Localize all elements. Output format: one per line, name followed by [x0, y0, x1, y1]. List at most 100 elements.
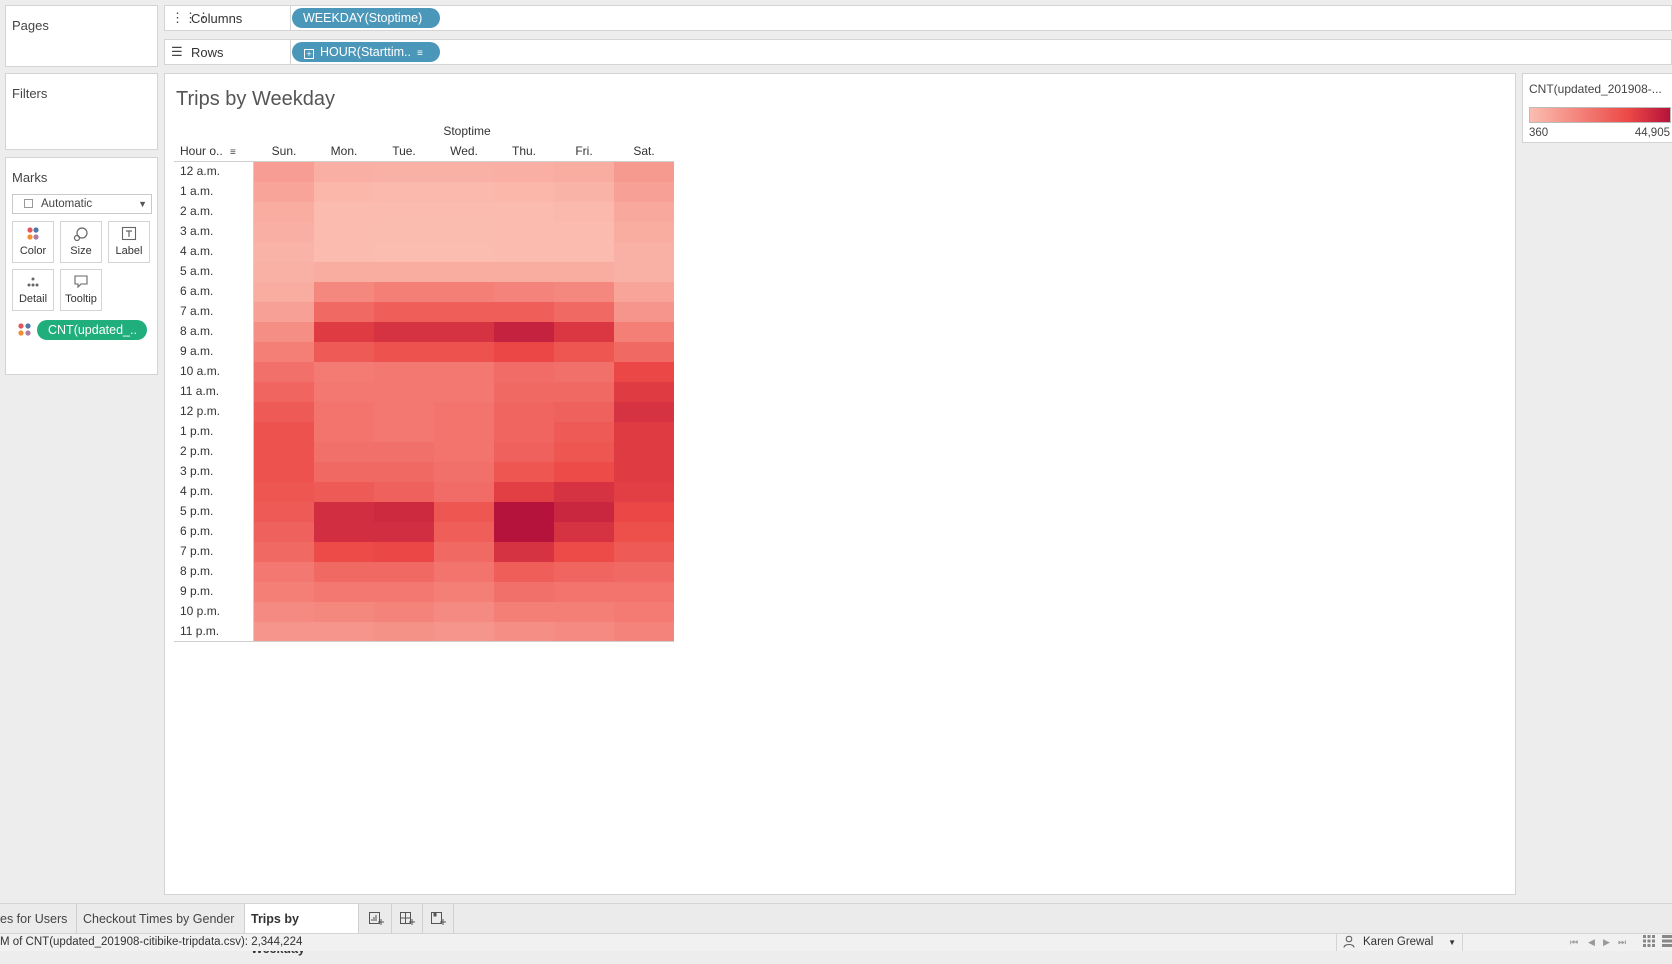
heatmap-cell[interactable] — [434, 402, 494, 422]
row-header[interactable]: 1 a.m. — [180, 181, 213, 201]
row-header[interactable]: 11 p.m. — [180, 621, 219, 641]
column-header-tue[interactable]: Tue. — [374, 144, 434, 158]
heatmap-cell[interactable] — [614, 482, 674, 502]
last-page-icon[interactable]: ⏭ — [1618, 934, 1626, 951]
label-button[interactable]: Label — [108, 221, 150, 263]
heatmap-cell[interactable] — [434, 342, 494, 362]
heatmap-cell[interactable] — [554, 322, 614, 342]
heatmap-cell[interactable] — [254, 442, 314, 462]
heatmap-cell[interactable] — [614, 582, 674, 602]
heatmap-cell[interactable] — [494, 402, 554, 422]
heatmap-cell[interactable] — [314, 342, 374, 362]
heatmap-cell[interactable] — [314, 582, 374, 602]
heatmap-cell[interactable] — [374, 482, 434, 502]
first-page-icon[interactable]: ⏮ — [1570, 934, 1578, 951]
row-header[interactable]: 8 a.m. — [180, 321, 213, 341]
heatmap-cell[interactable] — [374, 182, 434, 202]
heatmap-cell[interactable] — [314, 522, 374, 542]
heatmap-cell[interactable] — [314, 622, 374, 642]
heatmap-cell[interactable] — [494, 522, 554, 542]
heatmap-cell[interactable] — [554, 382, 614, 402]
heatmap-cell[interactable] — [494, 422, 554, 442]
heatmap-cell[interactable] — [614, 282, 674, 302]
heatmap-cell[interactable] — [254, 542, 314, 562]
heatmap-cell[interactable] — [554, 302, 614, 322]
heatmap-cell[interactable] — [254, 502, 314, 522]
heatmap-cell[interactable] — [554, 602, 614, 622]
rows-field-pill[interactable]: + HOUR(Starttim.. ≡ — [292, 42, 440, 62]
heatmap-cell[interactable] — [314, 442, 374, 462]
heatmap-cell[interactable] — [554, 542, 614, 562]
heatmap-cell[interactable] — [254, 242, 314, 262]
color-legend[interactable]: CNT(updated_201908-... 360 44,905 — [1522, 73, 1672, 143]
row-header[interactable]: 7 p.m. — [180, 541, 213, 561]
heatmap-cell[interactable] — [374, 562, 434, 582]
heatmap-cell[interactable] — [494, 202, 554, 222]
row-header[interactable]: 6 p.m. — [180, 521, 213, 541]
prev-page-icon[interactable]: ◀ — [1588, 934, 1595, 951]
heatmap-cell[interactable] — [254, 342, 314, 362]
heatmap-cell[interactable] — [374, 302, 434, 322]
heatmap-cell[interactable] — [614, 402, 674, 422]
row-header[interactable]: 10 p.m. — [180, 601, 220, 621]
heatmap-cell[interactable] — [314, 162, 374, 182]
heatmap-cell[interactable] — [494, 442, 554, 462]
heatmap-cell[interactable] — [314, 422, 374, 442]
size-button[interactable]: Size — [60, 221, 102, 263]
heatmap-cell[interactable] — [434, 382, 494, 402]
heatmap-cell[interactable] — [434, 482, 494, 502]
row-header[interactable]: 5 p.m. — [180, 501, 213, 521]
heatmap-cell[interactable] — [374, 542, 434, 562]
heatmap-cell[interactable] — [614, 222, 674, 242]
color-button[interactable]: Color — [12, 221, 54, 263]
heatmap-cell[interactable] — [254, 222, 314, 242]
row-header[interactable]: 9 a.m. — [180, 341, 213, 361]
heatmap-cell[interactable] — [614, 462, 674, 482]
tooltip-button[interactable]: Tooltip — [60, 269, 102, 311]
row-header[interactable]: 11 a.m. — [180, 381, 219, 401]
row-header[interactable]: 3 p.m. — [180, 461, 213, 481]
heatmap-cell[interactable] — [614, 242, 674, 262]
columns-field-pill[interactable]: WEEKDAY(Stoptime) — [292, 8, 440, 28]
heatmap-cell[interactable] — [554, 442, 614, 462]
heatmap-cell[interactable] — [494, 482, 554, 502]
grid-view-icon[interactable] — [1643, 935, 1655, 953]
heatmap-cell[interactable] — [254, 322, 314, 342]
heatmap-cell[interactable] — [614, 522, 674, 542]
heatmap-cell[interactable] — [434, 162, 494, 182]
heatmap-cell[interactable] — [314, 302, 374, 322]
heatmap-cell[interactable] — [614, 322, 674, 342]
heatmap-cell[interactable] — [494, 182, 554, 202]
heatmap-cell[interactable] — [554, 562, 614, 582]
heatmap-cell[interactable] — [614, 342, 674, 362]
heatmap-cell[interactable] — [554, 282, 614, 302]
heatmap-cell[interactable] — [554, 162, 614, 182]
column-header-sat[interactable]: Sat. — [614, 144, 674, 158]
heatmap-cell[interactable] — [254, 182, 314, 202]
heatmap-cell[interactable] — [254, 282, 314, 302]
heatmap-cell[interactable] — [314, 362, 374, 382]
heatmap-cell[interactable] — [494, 562, 554, 582]
heatmap-cell[interactable] — [254, 382, 314, 402]
heatmap-cell[interactable] — [554, 182, 614, 202]
heatmap-cell[interactable] — [434, 422, 494, 442]
column-header-thu[interactable]: Thu. — [494, 144, 554, 158]
row-header[interactable]: 2 a.m. — [180, 201, 213, 221]
heatmap-cell[interactable] — [434, 502, 494, 522]
heatmap-cell[interactable] — [374, 402, 434, 422]
heatmap-cell[interactable] — [494, 542, 554, 562]
list-view-icon[interactable] — [1662, 935, 1672, 953]
heatmap-cell[interactable] — [434, 182, 494, 202]
heatmap-cell[interactable] — [314, 542, 374, 562]
heatmap-cell[interactable] — [494, 622, 554, 642]
heatmap-cell[interactable] — [254, 522, 314, 542]
heatmap-cell[interactable] — [494, 602, 554, 622]
heatmap-cell[interactable] — [614, 422, 674, 442]
heatmap-cell[interactable] — [434, 542, 494, 562]
heatmap-cell[interactable] — [314, 202, 374, 222]
heatmap-cell[interactable] — [614, 362, 674, 382]
row-header[interactable]: 12 a.m. — [180, 161, 220, 181]
heatmap-cell[interactable] — [434, 302, 494, 322]
heatmap-cell[interactable] — [374, 462, 434, 482]
heatmap-cell[interactable] — [374, 602, 434, 622]
